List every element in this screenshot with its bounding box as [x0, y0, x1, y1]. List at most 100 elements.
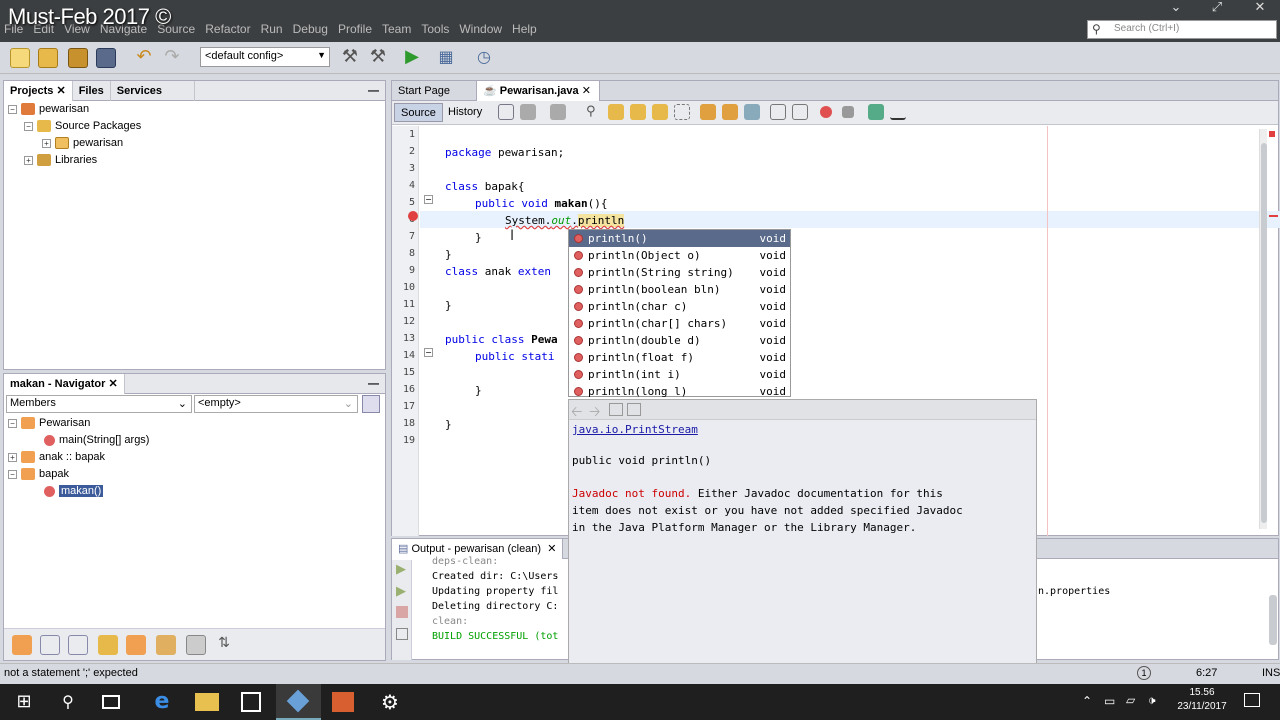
- debug-icon[interactable]: ▦: [436, 48, 456, 68]
- next-bookmark-icon[interactable]: [722, 104, 738, 120]
- netbeans-taskbar-button[interactable]: [276, 684, 321, 720]
- search-input[interactable]: ⚲ Search (Ctrl+I): [1087, 20, 1277, 39]
- find-icon[interactable]: ⚲: [586, 104, 602, 120]
- code-completion-list[interactable]: println() void println(Object o) void prin…: [568, 229, 791, 398]
- nav-item-pewarisan[interactable]: − Pewarisan: [8, 415, 90, 432]
- sort-icon[interactable]: ⇅: [214, 635, 234, 655]
- rect-select-icon[interactable]: [674, 104, 690, 120]
- nav-item-main[interactable]: main(String[] args): [44, 432, 149, 449]
- close-icon[interactable]: ✕: [56, 85, 65, 97]
- run-icon[interactable]: ▶: [402, 48, 422, 68]
- stop-icon[interactable]: [396, 606, 408, 618]
- tab-projects[interactable]: Projects ✕: [4, 80, 73, 101]
- shift-right-icon[interactable]: [792, 104, 808, 120]
- filter-icon[interactable]: [98, 635, 118, 655]
- history-mode-button[interactable]: History: [442, 103, 488, 122]
- scrollbar-thumb[interactable]: [1261, 143, 1267, 523]
- app-icon[interactable]: [332, 692, 354, 712]
- settings-icon[interactable]: ⚙: [378, 690, 402, 714]
- expand-icon[interactable]: +: [8, 452, 17, 462]
- filter-icon[interactable]: [156, 635, 176, 655]
- tab-services[interactable]: Services: [111, 80, 195, 101]
- scope-select[interactable]: <empty> ⌄: [194, 395, 358, 413]
- error-stripe-icon[interactable]: [1269, 131, 1275, 137]
- completion-item[interactable]: println(Object o) void: [569, 247, 790, 264]
- menu-profile[interactable]: Profile: [334, 22, 378, 40]
- store-icon[interactable]: [241, 692, 261, 712]
- tree-item-project[interactable]: − pewarisan: [8, 101, 89, 118]
- tab-start-page[interactable]: Start Page: [392, 81, 476, 101]
- clock[interactable]: 15.56 23/11/2017: [1173, 687, 1231, 712]
- file-explorer-icon[interactable]: [195, 693, 219, 711]
- minimize-icon[interactable]: ⌄: [1156, 0, 1196, 18]
- tree-item-package[interactable]: + pewarisan: [42, 135, 123, 152]
- network-icon[interactable]: ▱: [1126, 693, 1135, 707]
- menu-refactor[interactable]: Refactor: [201, 22, 256, 40]
- rerun-icon[interactable]: ▶: [396, 562, 406, 577]
- completion-item[interactable]: println() void: [569, 230, 790, 247]
- filter-icon[interactable]: [40, 635, 60, 655]
- completion-item[interactable]: println(double d) void: [569, 332, 790, 349]
- javadoc-class-link[interactable]: java.io.PrintStream: [572, 423, 698, 436]
- output-scrollbar[interactable]: [1269, 595, 1277, 645]
- menu-help[interactable]: Help: [508, 22, 543, 40]
- tray-expand-icon[interactable]: ⌃: [1082, 694, 1092, 708]
- completion-item[interactable]: println(boolean bln) void: [569, 281, 790, 298]
- uncomment-icon[interactable]: [890, 104, 906, 120]
- minimize-panel-icon[interactable]: —: [368, 378, 385, 390]
- nav-item-bapak[interactable]: − bapak: [8, 466, 69, 483]
- minimize-panel-icon[interactable]: —: [368, 85, 385, 97]
- completion-item[interactable]: println(char[] chars) void: [569, 315, 790, 332]
- tree-item-libraries[interactable]: + Libraries: [24, 152, 97, 169]
- comment-icon[interactable]: [868, 104, 884, 120]
- settings-icon[interactable]: [396, 628, 408, 640]
- stop-macro-icon[interactable]: [842, 106, 854, 118]
- forward-icon[interactable]: 🡢: [589, 401, 600, 425]
- volume-icon[interactable]: 🕩: [1148, 693, 1156, 708]
- expand-icon[interactable]: +: [42, 138, 51, 148]
- search-icon[interactable]: ⚲: [56, 690, 80, 714]
- menu-run[interactable]: Run: [257, 22, 289, 40]
- completion-item[interactable]: println(float f) void: [569, 349, 790, 366]
- filter-icon[interactable]: [68, 635, 88, 655]
- last-edit-icon[interactable]: [498, 104, 514, 120]
- completion-item[interactable]: println(long l) void: [569, 383, 790, 398]
- toggle-bookmark-icon[interactable]: [744, 104, 760, 120]
- close-icon[interactable]: ✕: [108, 378, 117, 390]
- completion-item[interactable]: println(char c) void: [569, 298, 790, 315]
- open-in-browser-icon[interactable]: [609, 403, 623, 416]
- error-icon[interactable]: [408, 211, 418, 221]
- save-all-icon[interactable]: [96, 48, 116, 68]
- close-icon[interactable]: ✕: [547, 543, 556, 555]
- battery-icon[interactable]: ▭: [1104, 694, 1115, 708]
- nav-item-anak[interactable]: + anak :: bapak: [8, 449, 105, 466]
- completion-item[interactable]: println(String string) void: [569, 264, 790, 281]
- tab-navigator[interactable]: makan - Navigator ✕: [4, 373, 125, 394]
- windows-start-icon[interactable]: ⊞: [12, 690, 36, 714]
- members-filter-select[interactable]: Members ⌄: [6, 395, 192, 413]
- fold-icon[interactable]: −: [424, 348, 433, 357]
- open-project-icon[interactable]: [68, 48, 88, 68]
- collapse-icon[interactable]: −: [24, 121, 33, 131]
- menu-tools[interactable]: Tools: [417, 22, 455, 40]
- restore-icon[interactable]: ⤢: [1197, 0, 1237, 18]
- menu-window[interactable]: Window: [455, 22, 508, 40]
- tab-pewarisan-java[interactable]: ☕ Pewarisan.java ✕: [476, 81, 600, 101]
- config-select[interactable]: <default config> ▼: [200, 47, 330, 67]
- collapse-icon[interactable]: −: [8, 418, 17, 428]
- new-project-icon[interactable]: [38, 48, 58, 68]
- new-file-icon[interactable]: [10, 48, 30, 68]
- task-view-icon[interactable]: [102, 695, 120, 709]
- notification-icon[interactable]: 1: [1137, 666, 1151, 680]
- completion-item[interactable]: println(int i) void: [569, 366, 790, 383]
- tree-item-source-packages[interactable]: − Source Packages: [24, 118, 141, 135]
- build-icon[interactable]: ⚒: [340, 48, 360, 68]
- toggle-highlight-icon[interactable]: [652, 104, 668, 120]
- menu-team[interactable]: Team: [378, 22, 417, 40]
- collapse-icon[interactable]: −: [8, 104, 17, 114]
- tab-files[interactable]: Files: [73, 80, 111, 101]
- back-icon[interactable]: 🡠: [571, 401, 582, 425]
- menu-debug[interactable]: Debug: [289, 22, 334, 40]
- shift-left-icon[interactable]: [770, 104, 786, 120]
- back-icon[interactable]: [520, 104, 536, 120]
